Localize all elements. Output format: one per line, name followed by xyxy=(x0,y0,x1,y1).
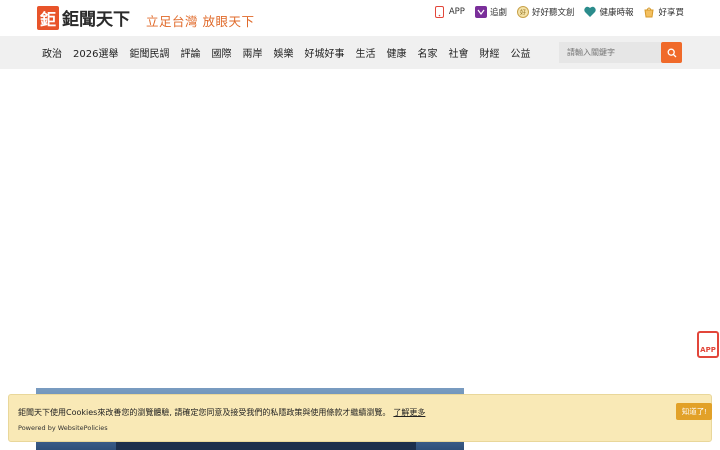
top-link-shopping[interactable]: 好享買 xyxy=(643,6,684,18)
phone-icon xyxy=(434,6,446,18)
main-navbar: 政治 2026選舉 鉅聞民調 評論 國際 兩岸 娛樂 好城好事 生活 健康 名家… xyxy=(0,36,720,69)
top-link-app[interactable]: APP xyxy=(434,6,465,18)
cookie-accept-button[interactable]: 知道了! xyxy=(676,403,712,420)
nav-item-poll[interactable]: 鉅聞民調 xyxy=(129,45,169,60)
shopping-icon xyxy=(643,6,655,18)
nav-item-commentary[interactable]: 評論 xyxy=(180,45,200,60)
top-link-label: APP xyxy=(448,7,465,17)
nav-item-cross-strait[interactable]: 兩岸 xyxy=(242,45,262,60)
nav-item-politics[interactable]: 政治 xyxy=(42,45,62,60)
floating-app-label: APP xyxy=(700,346,716,354)
nav-menu: 政治 2026選舉 鉅聞民調 評論 國際 兩岸 娛樂 好城好事 生活 健康 名家… xyxy=(42,36,541,69)
powered-by[interactable]: Powered by WebsitePolicies xyxy=(18,424,108,432)
logo-text: 鉅聞天下 xyxy=(62,10,130,30)
logo-mark: 鉅 xyxy=(37,5,59,30)
cookie-banner: 鉅聞天下使用Cookies來改善您的瀏覽體驗, 請確定您同意及接受我們的私隱政策… xyxy=(8,394,712,442)
site-logo[interactable]: 鉅 鉅聞天下 xyxy=(37,5,130,30)
cookie-message: 鉅聞天下使用Cookies來改善您的瀏覽體驗, 請確定您同意及接受我們的私隱政策… xyxy=(18,408,391,417)
top-links: APP 追劇 好 好好聽文創 健康時報 好享買 xyxy=(424,6,684,18)
drama-icon xyxy=(474,6,487,18)
learn-more-link[interactable]: 了解更多 xyxy=(393,408,425,417)
top-link-good-news[interactable]: 好 好好聽文創 xyxy=(516,6,575,18)
top-link-label: 好好聽文創 xyxy=(531,8,575,18)
search-box xyxy=(559,42,682,63)
nav-item-society[interactable]: 社會 xyxy=(448,45,468,60)
nav-item-finance[interactable]: 財經 xyxy=(479,45,499,60)
search-icon xyxy=(667,43,677,62)
nav-item-columnists[interactable]: 名家 xyxy=(417,45,437,60)
top-link-label: 追劇 xyxy=(489,8,507,18)
nav-item-life[interactable]: 生活 xyxy=(355,45,375,60)
nav-item-good-city[interactable]: 好城好事 xyxy=(304,45,344,60)
search-button[interactable] xyxy=(661,42,682,63)
nav-item-charity[interactable]: 公益 xyxy=(510,45,530,60)
floating-app-button[interactable]: APP xyxy=(697,331,719,358)
search-input[interactable] xyxy=(559,42,661,63)
top-link-label: 好享買 xyxy=(658,8,684,18)
top-header: 鉅 鉅聞天下 立足台灣 放眼天下 APP 追劇 好 好好聽文創 健康時報 好享買 xyxy=(0,0,720,36)
nav-item-international[interactable]: 國際 xyxy=(211,45,231,60)
svg-text:好: 好 xyxy=(520,9,526,17)
nav-item-election-2026[interactable]: 2026選舉 xyxy=(73,45,118,60)
nav-item-health[interactable]: 健康 xyxy=(386,45,406,60)
site-slogan: 立足台灣 放眼天下 xyxy=(146,14,255,29)
top-link-label: 健康時報 xyxy=(599,8,634,18)
top-link-health[interactable]: 健康時報 xyxy=(584,6,633,18)
good-news-icon: 好 xyxy=(516,6,529,18)
health-heart-icon xyxy=(584,6,597,18)
nav-item-entertainment[interactable]: 娛樂 xyxy=(273,45,293,60)
cookie-message-line: 鉅聞天下使用Cookies來改善您的瀏覽體驗, 請確定您同意及接受我們的私隱政策… xyxy=(18,407,425,418)
top-link-drama[interactable]: 追劇 xyxy=(474,6,507,18)
